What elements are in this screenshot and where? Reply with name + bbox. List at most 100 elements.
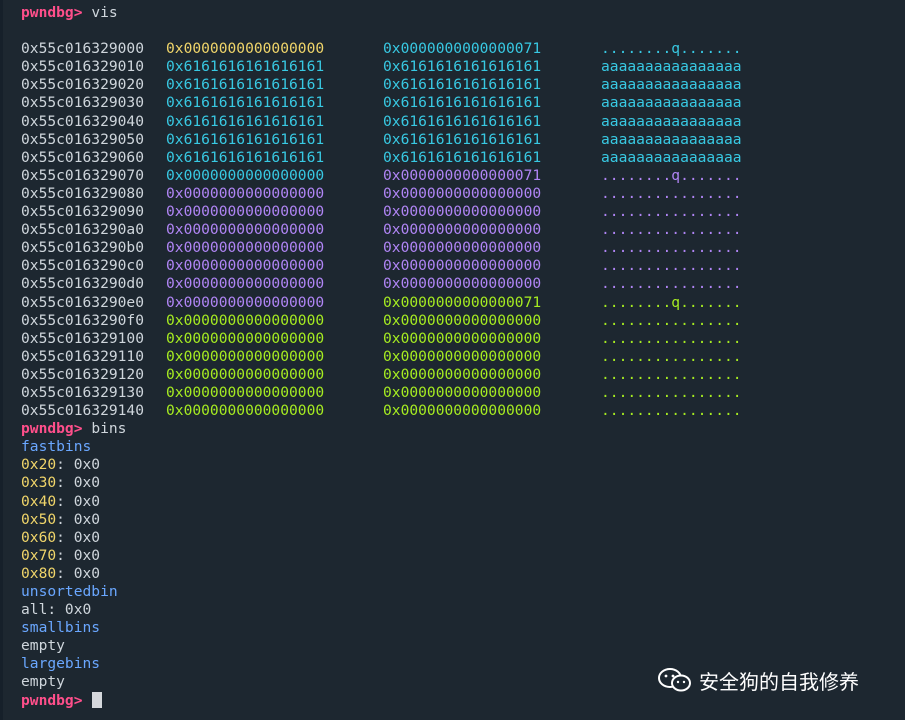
heap-address: 0x55c0163290a0	[21, 221, 145, 239]
heap-ascii: ................	[601, 365, 742, 383]
heap-row: 0x55c0163290e0 0x0000000000000000 0x000000…	[21, 294, 905, 312]
fastbin-value: : 0x0	[56, 564, 101, 582]
heap-qword-2: 0x0000000000000000	[383, 383, 542, 401]
fastbin-size: 0x60	[21, 528, 57, 546]
heap-address: 0x55c016329070	[21, 166, 145, 184]
wechat-icon	[658, 668, 691, 692]
heap-row: 0x55c016329140 0x0000000000000000 0x000000…	[21, 402, 905, 420]
heap-ascii: ................	[601, 257, 742, 275]
heap-row: 0x55c016329120 0x0000000000000000 0x000000…	[21, 366, 905, 384]
command-line-vis: pwndbg> vis	[21, 4, 905, 22]
heap-qword-2: 0x6161616161616161	[383, 76, 542, 94]
heap-qword-2: 0x0000000000000000	[383, 329, 542, 347]
heap-qword-1: 0x6161616161616161	[166, 76, 325, 94]
heap-row: 0x55c016329010 0x6161616161616161 0x616161…	[21, 58, 905, 76]
fastbin-value: : 0x0	[56, 492, 101, 510]
heap-qword-2: 0x6161616161616161	[383, 130, 542, 148]
heap-qword-1: 0x0000000000000000	[166, 311, 325, 329]
heap-address: 0x55c016329110	[21, 347, 145, 365]
heap-qword-1: 0x6161616161616161	[166, 94, 325, 112]
heap-ascii: ........q.......	[601, 293, 742, 311]
heap-row: 0x55c016329090 0x0000000000000000 0x000000…	[21, 203, 905, 221]
terminal-output[interactable]: pwndbg> vis 0x55c016329000 0x000000000000…	[0, 0, 905, 720]
fastbins-label: fastbins	[21, 438, 92, 456]
heap-qword-2: 0x6161616161616161	[383, 112, 542, 130]
heap-row: 0x55c016329060 0x6161616161616161 0x616161…	[21, 149, 905, 167]
heap-qword-2: 0x0000000000000000	[383, 311, 542, 329]
heap-row: 0x55c016329100 0x0000000000000000 0x000000…	[21, 330, 905, 348]
fastbin-value: : 0x0	[56, 456, 101, 474]
heap-qword-2: 0x0000000000000000	[383, 184, 542, 202]
heap-ascii: ................	[601, 221, 742, 239]
fastbin-entry: 0x60: 0x0	[21, 529, 905, 547]
text-cursor	[92, 691, 103, 708]
heap-qword-1: 0x0000000000000000	[166, 184, 325, 202]
command-text: vis	[91, 4, 118, 21]
watermark-text: 安全狗的自我修养	[699, 669, 859, 694]
unsortedbin-all: all: 0x0	[21, 601, 92, 619]
heap-ascii: ................	[601, 383, 742, 401]
heap-qword-1: 0x0000000000000000	[166, 347, 325, 365]
heap-ascii: aaaaaaaaaaaaaaaa	[601, 130, 742, 148]
heap-row: 0x55c0163290c0 0x0000000000000000 0x000000…	[21, 257, 905, 275]
heap-ascii: aaaaaaaaaaaaaaaa	[601, 76, 742, 94]
heap-row: 0x55c0163290f0 0x0000000000000000 0x000000…	[21, 312, 905, 330]
heap-address: 0x55c0163290f0	[21, 311, 145, 329]
heap-address: 0x55c016329050	[21, 130, 145, 148]
heap-address: 0x55c0163290c0	[21, 257, 145, 275]
heap-ascii: ................	[601, 311, 742, 329]
heap-ascii: ................	[601, 184, 742, 202]
heap-ascii: ................	[601, 402, 742, 420]
prompt: pwndbg>	[21, 4, 83, 21]
fastbin-size: 0x80	[21, 564, 57, 582]
fastbin-value: : 0x0	[56, 510, 101, 528]
command-text: bins	[91, 420, 127, 438]
fastbin-size: 0x40	[21, 492, 57, 510]
heap-address: 0x55c016329020	[21, 76, 145, 94]
heap-qword-2: 0x0000000000000000	[383, 257, 542, 275]
heap-row: 0x55c016329070 0x0000000000000000 0x000000…	[21, 167, 905, 185]
unsortedbin-label: unsortedbin	[21, 583, 118, 600]
heap-ascii: ................	[601, 347, 742, 365]
heap-row: 0x55c016329000 0x0000000000000000 0x000000…	[21, 40, 905, 58]
heap-qword-1: 0x0000000000000000	[166, 239, 325, 257]
heap-qword-1: 0x0000000000000000	[166, 203, 325, 221]
heap-ascii: aaaaaaaaaaaaaaaa	[601, 112, 742, 130]
heap-address: 0x55c0163290e0	[21, 293, 145, 311]
heap-qword-1: 0x0000000000000000	[166, 257, 325, 275]
heap-ascii: ................	[601, 329, 742, 347]
heap-qword-2: 0x0000000000000000	[383, 365, 542, 383]
heap-row: 0x55c0163290a0 0x0000000000000000 0x000000…	[21, 221, 905, 239]
fastbin-size: 0x70	[21, 546, 57, 564]
heap-qword-1: 0x0000000000000000	[166, 293, 325, 311]
heap-ascii: ................	[601, 203, 742, 221]
heap-address: 0x55c016329010	[21, 58, 145, 76]
heap-address: 0x55c016329120	[21, 365, 145, 383]
heap-qword-2: 0x0000000000000000	[383, 402, 542, 420]
heap-row: 0x55c016329080 0x0000000000000000 0x000000…	[21, 185, 905, 203]
heap-qword-2: 0x0000000000000071	[383, 293, 542, 311]
heap-qword-1: 0x0000000000000000	[166, 275, 325, 293]
fastbin-entry: 0x80: 0x0	[21, 565, 905, 583]
heap-qword-2: 0x0000000000000000	[383, 203, 542, 221]
heap-row: 0x55c0163290d0 0x0000000000000000 0x000000…	[21, 275, 905, 293]
heap-dump: 0x55c016329000 0x0000000000000000 0x000000…	[21, 40, 905, 420]
heap-qword-1: 0x0000000000000000	[166, 40, 325, 58]
heap-qword-1: 0x0000000000000000	[166, 402, 325, 420]
heap-ascii: aaaaaaaaaaaaaaaa	[601, 94, 742, 112]
heap-qword-1: 0x6161616161616161	[166, 112, 325, 130]
heap-qword-1: 0x6161616161616161	[166, 130, 325, 148]
heap-qword-1: 0x0000000000000000	[166, 221, 325, 239]
smallbins-value: empty	[21, 637, 65, 655]
heap-address: 0x55c016329040	[21, 112, 145, 130]
heap-qword-2: 0x0000000000000000	[383, 275, 542, 293]
fastbin-entry: 0x40: 0x0	[21, 493, 905, 511]
heap-ascii: ........q.......	[601, 166, 742, 184]
heap-address: 0x55c0163290d0	[21, 275, 145, 293]
heap-address: 0x55c016329100	[21, 329, 145, 347]
heap-qword-1: 0x6161616161616161	[166, 148, 325, 166]
heap-qword-2: 0x6161616161616161	[383, 58, 542, 76]
fastbin-entry: 0x20: 0x0	[21, 456, 905, 474]
heap-qword-1: 0x0000000000000000	[166, 365, 325, 383]
heap-qword-2: 0x6161616161616161	[383, 94, 542, 112]
